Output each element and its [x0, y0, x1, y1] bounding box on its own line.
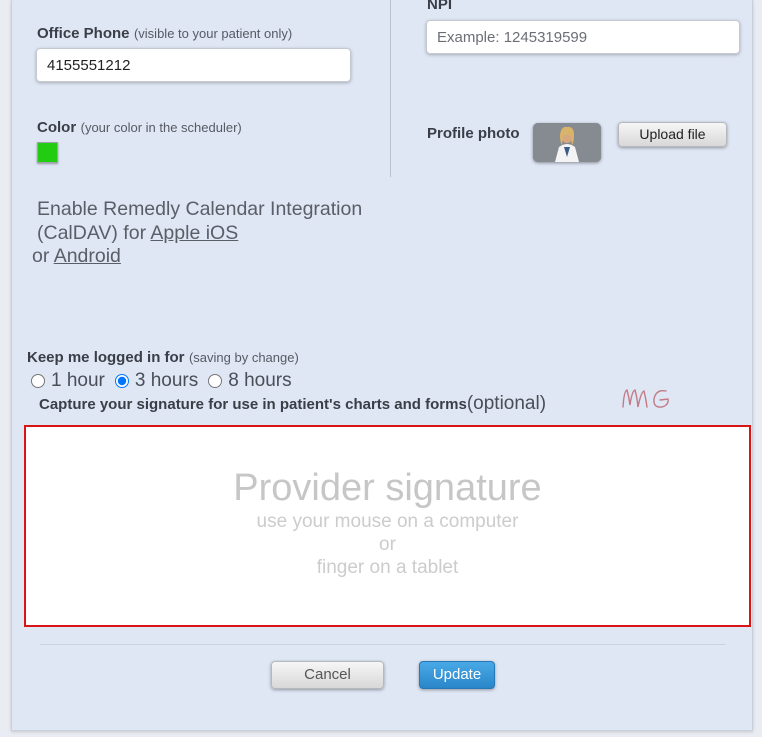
cancel-button[interactable]: Cancel	[271, 661, 384, 689]
signature-placeholder-line3: finger on a tablet	[316, 557, 459, 578]
upload-file-button[interactable]: Upload file	[618, 122, 727, 147]
radio-label-3-hours: 3 hours	[134, 370, 199, 391]
color-note: (your color in the scheduler)	[80, 120, 242, 135]
keep-logged-radio-group: 1 hour 3 hours 8 hours	[31, 370, 302, 392]
signature-caption-optional: (optional)	[466, 393, 547, 414]
office-phone-note: (visible to your patient only)	[133, 26, 293, 41]
office-phone-input[interactable]	[36, 48, 351, 82]
radio-1-hour[interactable]	[31, 374, 45, 388]
office-phone-label-group: Office Phone (visible to your patient on…	[37, 25, 292, 43]
npi-label: NPI	[427, 0, 453, 13]
signature-caption-text: Capture your signature for use in patien…	[39, 396, 467, 413]
person-photo-icon	[533, 123, 601, 162]
color-label-group: Color (your color in the scheduler)	[37, 119, 242, 137]
footer-divider	[40, 644, 726, 645]
profile-photo-label: Profile photo	[427, 125, 520, 142]
signature-placeholder-line1: use your mouse on a computer	[256, 511, 519, 532]
keep-logged-label: Keep me logged in for	[27, 349, 185, 366]
color-swatch[interactable]	[37, 142, 58, 163]
caldav-integration-text: Enable Remedly Calendar Integration (Cal…	[32, 198, 367, 269]
existing-signature-image	[622, 389, 669, 408]
radio-label-8-hours: 8 hours	[228, 370, 292, 391]
radio-label-1-hour: 1 hour	[51, 370, 105, 391]
signature-placeholder-title: Provider signature	[233, 467, 542, 509]
apple-ios-link[interactable]: Apple iOS	[150, 222, 238, 244]
provider-settings-panel: NPI Office Phone (visible to your patien…	[11, 0, 753, 731]
radio-option-1-hour[interactable]: 1 hour	[31, 370, 105, 392]
profile-photo-thumbnail	[533, 123, 601, 162]
color-label: Color	[37, 119, 77, 136]
signature-placeholder-line2: or	[379, 534, 396, 555]
radio-option-8-hours[interactable]: 8 hours	[208, 370, 292, 392]
column-divider	[390, 0, 391, 177]
keep-logged-label-group: Keep me logged in for (saving by change)	[27, 349, 299, 367]
npi-input[interactable]	[426, 20, 740, 54]
caldav-or-text: or	[32, 245, 54, 267]
radio-option-3-hours[interactable]: 3 hours	[114, 370, 199, 392]
update-button[interactable]: Update	[419, 661, 495, 689]
radio-8-hours[interactable]	[208, 374, 223, 388]
android-link[interactable]: Android	[54, 245, 121, 267]
office-phone-label: Office Phone	[37, 25, 130, 42]
keep-logged-note: (saving by change)	[188, 350, 299, 365]
signature-pad[interactable]: Provider signature use your mouse on a c…	[24, 425, 751, 627]
signature-caption: Capture your signature for use in patien…	[39, 393, 546, 415]
radio-3-hours[interactable]	[114, 374, 129, 388]
